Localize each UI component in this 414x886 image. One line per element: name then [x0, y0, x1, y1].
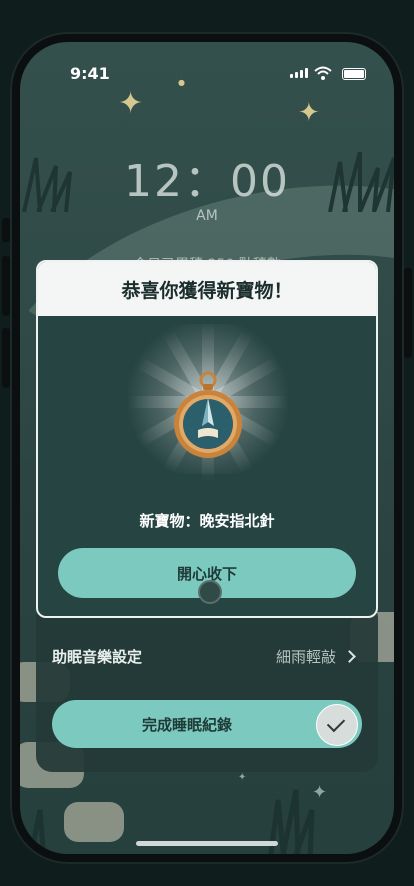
status-time: 9:41: [70, 64, 110, 83]
silent-switch: [2, 218, 10, 242]
complete-sleep-record-slider[interactable]: 完成睡眠紀錄: [52, 700, 362, 748]
volume-up-button: [2, 256, 10, 316]
sleep-music-setting-row[interactable]: 助眠音樂設定 細雨輕敲: [36, 646, 378, 672]
reward-modal: 恭喜你獲得新寶物！ 新寶物：晚安指北針 開心收下: [36, 260, 378, 618]
battery-icon: [342, 68, 366, 80]
complete-sleep-record-label: 完成睡眠紀錄: [141, 716, 232, 734]
sleep-settings-panel: 助眠音樂設定 細雨輕敲 完成睡眠紀錄: [36, 602, 378, 772]
sparkle-icon: ✦: [118, 86, 144, 121]
clock-time: 12：00: [124, 156, 290, 207]
home-indicator[interactable]: [136, 841, 278, 846]
status-bar: 9:41: [20, 64, 394, 84]
modal-title: 恭喜你獲得新寶物！: [121, 279, 293, 302]
power-button: [404, 268, 412, 358]
wifi-icon: [314, 66, 332, 80]
chevron-right-icon: [343, 650, 356, 663]
sleep-music-value: 細雨輕敲: [275, 648, 336, 666]
touch-indicator: [198, 580, 222, 604]
sleep-music-label: 助眠音樂設定: [52, 648, 143, 666]
treasure-name: 新寶物：晚安指北針: [139, 512, 275, 530]
compass-icon: [174, 371, 242, 458]
volume-down-button: [2, 328, 10, 388]
signal-icon: [290, 68, 308, 78]
modal-header: 恭喜你獲得新寶物！: [38, 262, 376, 316]
sparkle-icon: ✦: [298, 98, 320, 128]
clock-period: AM: [196, 208, 218, 224]
check-icon[interactable]: [316, 704, 358, 746]
